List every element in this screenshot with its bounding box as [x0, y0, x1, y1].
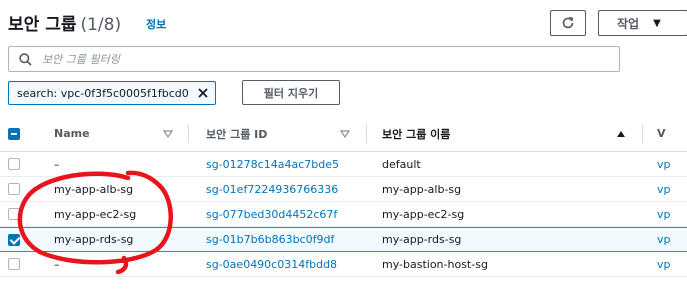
- caret-down-icon: ▼: [653, 17, 661, 29]
- column-divider[interactable]: [188, 125, 189, 143]
- table-row[interactable]: my-app-ec2-sg sg-077bed30d4452c67f my-ap…: [0, 202, 687, 227]
- row-group-name: my-app-rds-sg: [382, 233, 462, 246]
- page-title-text: 보안 그룹: [8, 15, 77, 35]
- page-title: 보안 그룹 (1/8): [8, 10, 121, 35]
- row-vpc-link[interactable]: vp: [657, 152, 687, 176]
- clear-filters-button[interactable]: 필터 지우기: [242, 80, 340, 105]
- row-group-id-link[interactable]: sg-01278c14a4ac7bde5: [206, 152, 371, 176]
- refresh-button[interactable]: [550, 10, 586, 36]
- row-vpc-link[interactable]: vp: [657, 202, 687, 226]
- table-row-selected[interactable]: my-app-rds-sg sg-01b7b6b863bc0f9df my-ap…: [0, 227, 687, 252]
- search-input[interactable]: [40, 51, 600, 67]
- filter-token-text: search: vpc-0f3f5c0005f1fbcd0: [17, 86, 189, 100]
- filter-token: search: vpc-0f3f5c0005f1fbcd0: [8, 81, 216, 105]
- column-header-name[interactable]: Name: [54, 116, 174, 151]
- table-header-row: Name 보안 그룹 ID 보안 그룹 이름 V: [0, 116, 687, 152]
- row-group-id-link[interactable]: sg-077bed30d4452c67f: [206, 202, 371, 226]
- row-check-cell: [8, 202, 24, 226]
- column-divider[interactable]: [366, 125, 367, 143]
- sort-ascending-icon[interactable]: [616, 116, 626, 151]
- column-header-vpc[interactable]: V: [657, 116, 687, 151]
- column-header-group-name[interactable]: 보안 그룹 이름: [382, 116, 642, 151]
- row-checkbox[interactable]: [8, 158, 20, 170]
- select-all-checkbox[interactable]: [8, 127, 20, 140]
- row-name: –: [54, 157, 60, 171]
- row-group-name: my-app-alb-sg: [382, 182, 462, 196]
- row-name: –: [54, 257, 60, 271]
- row-check-cell: [8, 152, 24, 176]
- actions-dropdown-button[interactable]: 작업 ▼: [598, 10, 687, 36]
- selection-count: (1/8): [80, 15, 122, 35]
- row-group-name: my-bastion-host-sg: [382, 257, 488, 271]
- row-name: my-app-ec2-sg: [54, 207, 137, 221]
- row-checkbox[interactable]: [8, 208, 20, 220]
- security-groups-table: Name 보안 그룹 ID 보안 그룹 이름 V – sg-01278c14a4…: [0, 116, 687, 277]
- row-group-id-link[interactable]: sg-0ae0490c0314fbdd8: [206, 252, 371, 276]
- table-row[interactable]: – sg-0ae0490c0314fbdd8 my-bastion-host-s…: [0, 252, 687, 277]
- page-header: 보안 그룹 (1/8) 정보 작업 ▼: [0, 0, 687, 40]
- row-vpc-link[interactable]: vp: [657, 252, 687, 276]
- row-check-cell: [8, 177, 24, 201]
- row-name: my-app-alb-sg: [54, 182, 134, 196]
- row-checkbox-checked[interactable]: [8, 233, 20, 246]
- row-check-cell: [8, 252, 24, 276]
- refresh-icon: [562, 17, 574, 29]
- actions-label: 작업: [617, 16, 640, 31]
- search-icon: [19, 52, 32, 66]
- select-all-cell: [8, 116, 24, 151]
- search-box[interactable]: [8, 46, 620, 72]
- row-group-name: my-app-ec2-sg: [382, 207, 465, 221]
- table-row[interactable]: my-app-alb-sg sg-01ef7224936766336 my-ap…: [0, 177, 687, 202]
- row-group-id-link[interactable]: sg-01ef7224936766336: [206, 177, 371, 201]
- column-divider[interactable]: [642, 125, 643, 143]
- row-name: my-app-rds-sg: [54, 233, 134, 246]
- info-link[interactable]: 정보: [146, 16, 166, 32]
- row-checkbox[interactable]: [8, 258, 20, 270]
- row-group-name: default: [382, 157, 421, 171]
- row-checkbox[interactable]: [8, 183, 20, 195]
- table-row[interactable]: – sg-01278c14a4ac7bde5 default vp: [0, 152, 687, 177]
- row-vpc-link[interactable]: vp: [657, 177, 687, 201]
- row-check-cell: [8, 228, 24, 251]
- row-vpc-link[interactable]: vp: [657, 228, 687, 251]
- row-group-id-link[interactable]: sg-01b7b6b863bc0f9df: [206, 228, 371, 251]
- sort-icon[interactable]: [163, 116, 173, 151]
- close-icon[interactable]: [195, 85, 211, 101]
- sort-icon[interactable]: [340, 116, 350, 151]
